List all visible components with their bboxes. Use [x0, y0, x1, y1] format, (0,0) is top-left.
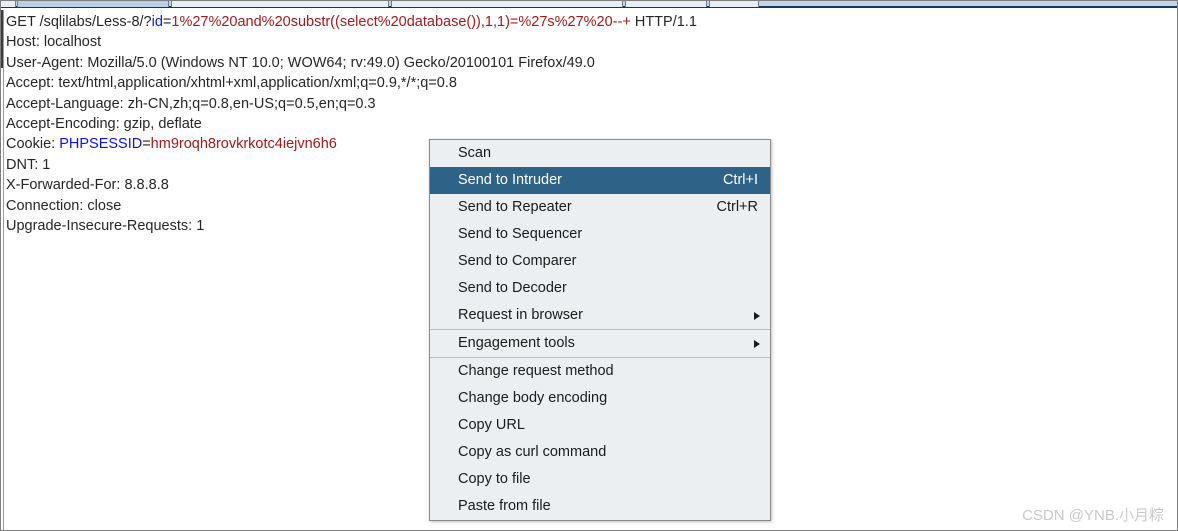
menu-item-scan[interactable]: Scan — [430, 140, 770, 167]
menu-item-label: Scan — [458, 145, 492, 161]
request-line-seg-0: GET /sqlilabs/Less-8/? — [6, 14, 152, 30]
header-cookie-seg-2: = — [142, 136, 151, 153]
menu-item-send-to-intruder[interactable]: Send to Intruder Ctrl+I — [430, 167, 770, 194]
menu-item-copy-as-curl-command[interactable]: Copy as curl command — [430, 439, 770, 466]
header-host: Host: localhost — [6, 32, 1166, 52]
menu-item-label: Paste from file — [458, 498, 551, 514]
header-cookie-seg-1: PHPSESSID — [59, 136, 143, 153]
menu-item-label: Send to Repeater — [458, 199, 572, 215]
menu-item-label: Engagement tools — [458, 335, 575, 351]
menu-item-label: Request in browser — [458, 307, 583, 323]
header-accept-language-seg-0: Accept-Language: zh-CN,zh;q=0.8,en-US;q=… — [6, 95, 376, 112]
menu-item-label: Change body encoding — [458, 390, 608, 406]
menu-item-send-to-comparer[interactable]: Send to Comparer — [430, 248, 770, 275]
header-accept-encoding: Accept-Encoding: gzip, deflate — [6, 114, 1166, 134]
editor-scrollbar-thumb[interactable] — [0, 10, 3, 68]
watermark-text: CSDN @YNB.小月粽 — [1022, 507, 1164, 524]
header-accept-encoding-seg-0: Accept-Encoding: gzip, deflate — [6, 115, 202, 132]
header-connection-seg-0: Connection: close — [6, 197, 122, 214]
editor-scrollbar[interactable] — [0, 10, 4, 531]
menu-item-change-body-encoding[interactable]: Change body encoding — [430, 385, 770, 412]
header-accept-seg-0: Accept: text/html,application/xhtml+xml,… — [6, 75, 457, 92]
menu-item-shortcut: Ctrl+I — [722, 172, 758, 188]
menu-item-change-request-method[interactable]: Change request method — [430, 358, 770, 385]
window-tab-2[interactable] — [17, 0, 169, 7]
menu-item-label: Send to Comparer — [458, 253, 577, 269]
watermark: CSDN @YNB.小月粽 — [1022, 504, 1164, 525]
menu-item-label: Send to Sequencer — [458, 226, 583, 242]
menu-item-label: Copy URL — [458, 417, 525, 433]
menu-item-engagement-tools[interactable]: Engagement tools — [430, 330, 770, 357]
window-tab-strip[interactable] — [0, 0, 1178, 8]
header-dnt-seg-0: DNT: 1 — [6, 156, 51, 173]
request-line: GET /sqlilabs/Less-8/?id=1%27%20and%20su… — [6, 12, 1166, 32]
menu-item-copy-to-file[interactable]: Copy to file — [430, 466, 770, 493]
menu-item-send-to-repeater[interactable]: Send to Repeater Ctrl+R — [430, 194, 770, 221]
menu-item-label: Copy to file — [458, 471, 531, 487]
submenu-arrow-icon — [754, 340, 760, 348]
request-line-seg-1: id — [151, 14, 163, 30]
header-upgrade-insecure-requests-seg-0: Upgrade-Insecure-Requests: 1 — [6, 217, 205, 234]
header-cookie-seg-0: Cookie: — [6, 136, 60, 153]
request-line-seg-4: HTTP/1.1 — [630, 14, 697, 30]
header-accept: Accept: text/html,application/xhtml+xml,… — [6, 73, 1166, 93]
menu-item-label: Send to Decoder — [458, 280, 567, 296]
window-tab-5[interactable] — [625, 0, 707, 7]
header-user-agent-seg-0: User-Agent: Mozilla/5.0 (Windows NT 10.0… — [6, 54, 595, 71]
menu-item-label: Change request method — [458, 363, 614, 379]
window-tab-3[interactable] — [171, 0, 389, 7]
header-cookie-seg-3: hm9roqh8rovkrkotc4iejvn6h6 — [150, 136, 337, 153]
window-tab-1[interactable] — [0, 0, 16, 7]
menu-item-send-to-decoder[interactable]: Send to Decoder — [430, 275, 770, 302]
menu-item-send-to-sequencer[interactable]: Send to Sequencer — [430, 221, 770, 248]
window-tab-6[interactable] — [709, 0, 759, 7]
menu-item-request-in-browser[interactable]: Request in browser — [430, 302, 770, 329]
menu-item-label: Copy as curl command — [458, 444, 607, 460]
context-menu[interactable]: Scan Send to Intruder Ctrl+I Send to Repeat… — [429, 139, 771, 521]
menu-item-paste-from-file[interactable]: Paste from file — [430, 493, 770, 520]
header-user-agent: User-Agent: Mozilla/5.0 (Windows NT 10.0… — [6, 53, 1166, 73]
menu-item-shortcut: Ctrl+R — [716, 199, 759, 215]
submenu-arrow-icon — [754, 312, 760, 320]
header-host-seg-0: Host: localhost — [6, 34, 102, 51]
menu-item-copy-url[interactable]: Copy URL — [430, 412, 770, 439]
header-accept-language: Accept-Language: zh-CN,zh;q=0.8,en-US;q=… — [6, 94, 1166, 114]
window-tab-4[interactable] — [391, 0, 623, 7]
request-line-seg-3: 1%27%20and%20substr((select%20database()… — [171, 14, 631, 30]
menu-item-label: Send to Intruder — [458, 172, 562, 188]
header-x-forwarded-for-seg-0: X-Forwarded-For: 8.8.8.8 — [6, 177, 169, 194]
